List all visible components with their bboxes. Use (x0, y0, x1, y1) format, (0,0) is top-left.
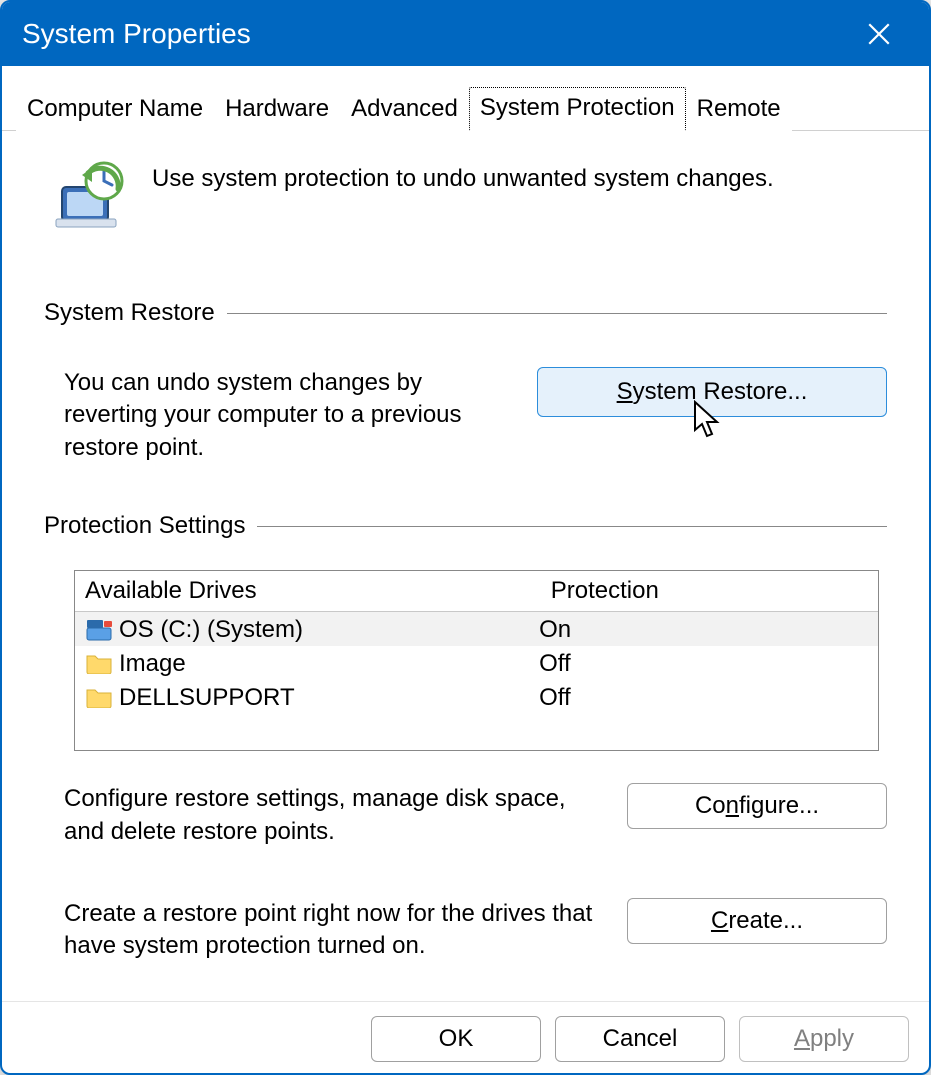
tab-advanced[interactable]: Advanced (340, 88, 469, 131)
system-properties-window: System Properties Computer Name Hardware… (0, 0, 931, 1075)
protection-settings-legend: Protection Settings (44, 512, 245, 540)
divider (257, 526, 887, 527)
drives-header: Available Drives Protection (75, 571, 878, 612)
divider (227, 313, 887, 314)
configure-button[interactable]: Configure... (627, 783, 887, 829)
close-button[interactable] (849, 4, 909, 64)
close-icon (866, 21, 892, 47)
create-text: Create a restore point right now for the… (64, 898, 597, 963)
configure-text: Configure restore settings, manage disk … (64, 783, 597, 848)
system-drive-icon (85, 618, 113, 642)
drive-row[interactable]: OS (C:) (System) On (75, 612, 878, 646)
column-protection[interactable]: Protection (541, 571, 878, 611)
drives-table[interactable]: Available Drives Protection OS (C:) (Sys… (74, 570, 879, 751)
cancel-button[interactable]: Cancel (555, 1016, 725, 1062)
protection-settings-group: Protection Settings Available Drives Pro… (44, 512, 887, 963)
column-available-drives[interactable]: Available Drives (75, 571, 541, 611)
tab-remote[interactable]: Remote (686, 88, 792, 131)
drive-row[interactable]: DELLSUPPORT Off (75, 680, 878, 714)
system-restore-legend: System Restore (44, 299, 215, 327)
titlebar: System Properties (2, 2, 929, 66)
tab-strip: Computer Name Hardware Advanced System P… (2, 66, 929, 131)
folder-icon (85, 686, 113, 710)
system-restore-icon (54, 159, 126, 231)
ok-button[interactable]: OK (371, 1016, 541, 1062)
tab-content: Use system protection to undo unwanted s… (2, 131, 929, 963)
intro: Use system protection to undo unwanted s… (44, 151, 887, 251)
create-button[interactable]: Create... (627, 898, 887, 944)
apply-button: Apply (739, 1016, 909, 1062)
drive-row[interactable]: Image Off (75, 646, 878, 680)
drive-protection: On (539, 616, 868, 644)
folder-icon (85, 652, 113, 676)
dialog-footer: OK Cancel Apply (2, 1001, 929, 1061)
tab-system-protection[interactable]: System Protection (469, 87, 686, 131)
drive-protection: Off (539, 684, 868, 712)
window-title: System Properties (22, 18, 849, 50)
drive-name: Image (119, 650, 539, 678)
system-restore-button[interactable]: System Restore... (537, 367, 887, 417)
tab-computer-name[interactable]: Computer Name (16, 88, 214, 131)
system-restore-text: You can undo system changes by reverting… (64, 367, 507, 464)
system-restore-group: System Restore You can undo system chang… (44, 299, 887, 464)
drive-name: OS (C:) (System) (119, 616, 539, 644)
tab-hardware[interactable]: Hardware (214, 88, 340, 131)
drive-name: DELLSUPPORT (119, 684, 539, 712)
drive-protection: Off (539, 650, 868, 678)
intro-text: Use system protection to undo unwanted s… (152, 159, 774, 193)
